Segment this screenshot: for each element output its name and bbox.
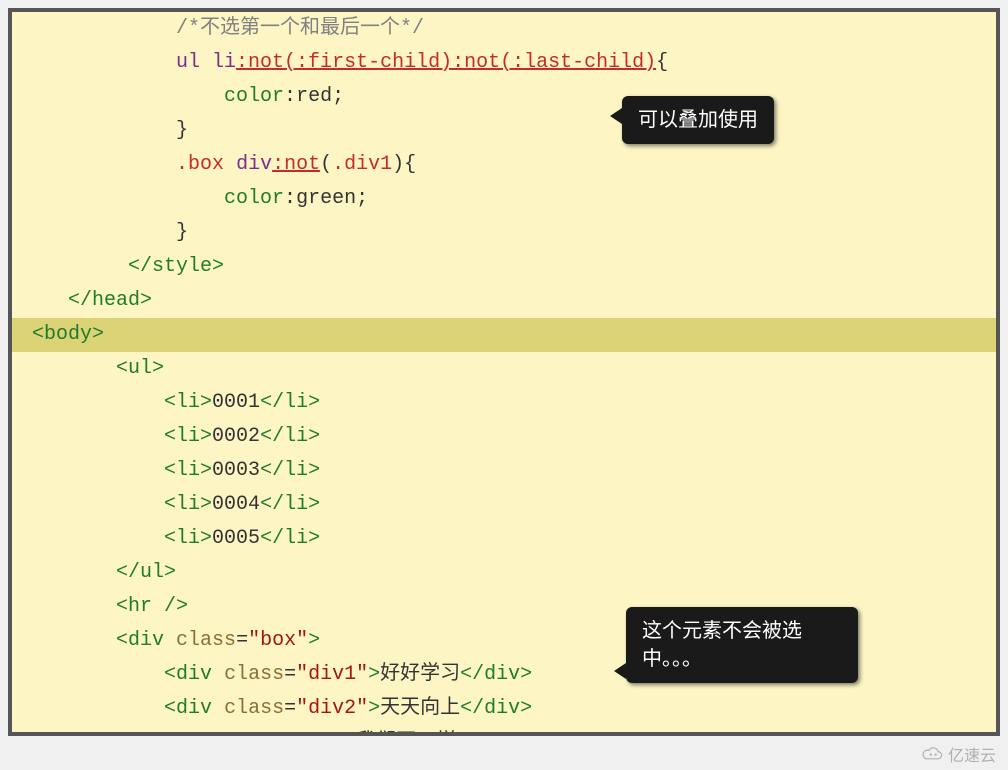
css-property: color	[224, 187, 284, 210]
code-line-highlighted: <body>	[12, 318, 996, 352]
html-tag: </li>	[260, 527, 320, 550]
code-line: color:red;	[12, 80, 996, 114]
html-tag: </li>	[260, 493, 320, 516]
html-attr: class	[224, 697, 284, 720]
brace: {	[404, 153, 416, 176]
html-tag: </div>	[460, 663, 532, 686]
text-content: 好好学习	[380, 663, 460, 686]
text-content: 0003	[212, 459, 260, 482]
html-tag: </li>	[260, 391, 320, 414]
code-line: ul li:not(:first-child):not(:last-child)…	[12, 46, 996, 80]
tooltip-text: 可以叠加使用	[638, 109, 758, 131]
watermark-text: 亿速云	[948, 742, 996, 766]
html-tag: <div	[164, 697, 212, 720]
css-selector: ul li	[176, 51, 236, 74]
html-tag: <div	[116, 629, 164, 652]
tooltip-text: 这个元素不会被选中。。。	[642, 620, 802, 670]
code-line: <li>0005</li>	[12, 522, 996, 556]
html-tag: </li>	[260, 425, 320, 448]
html-attr: class	[224, 663, 284, 686]
html-attr-value: "box"	[248, 629, 308, 652]
html-attr-value: "div1"	[296, 663, 368, 686]
annotation-tooltip: 这个元素不会被选中。。。	[626, 607, 858, 683]
css-property: color	[224, 85, 284, 108]
html-tag-annotated: </p>	[456, 731, 504, 736]
code-line: </ul>	[12, 556, 996, 590]
code-line: }	[12, 114, 996, 148]
html-tag: <ul>	[116, 357, 164, 380]
html-tag: </head>	[68, 289, 152, 312]
html-tag-annotated: <p class="div2">	[164, 731, 356, 736]
tooltip-arrow-icon	[610, 108, 622, 124]
code-line: <ul>	[12, 352, 996, 386]
brace: {	[656, 51, 668, 74]
cloud-icon	[920, 746, 944, 762]
code-line: .box div:not(.div1){	[12, 148, 996, 182]
html-tag: <li>	[164, 493, 212, 516]
html-attr: class	[176, 629, 236, 652]
code-line: </style>	[12, 250, 996, 284]
text-content: 天天向上	[380, 697, 460, 720]
css-selector: div	[236, 153, 272, 176]
code-line: <p class="div2">我们不一样</p>	[12, 726, 996, 736]
css-class-selector: .div1	[332, 153, 392, 176]
css-class-selector: .box	[176, 153, 224, 176]
brace: }	[176, 221, 188, 244]
html-tag: <li>	[164, 459, 212, 482]
code-line: </head>	[12, 284, 996, 318]
text-content: 0005	[212, 527, 260, 550]
html-attr-value: "div2"	[296, 697, 368, 720]
html-tag: <div	[164, 663, 212, 686]
html-tag: <li>	[164, 391, 212, 414]
css-pseudo: :not(:first-child):not(:last-child)	[236, 51, 656, 74]
text-content: 0002	[212, 425, 260, 448]
text-content: 0001	[212, 391, 260, 414]
css-comment: /*不选第一个和最后一个*/	[176, 17, 424, 40]
css-value: red	[296, 85, 332, 108]
code-line: <li>0003</li>	[12, 454, 996, 488]
tooltip-arrow-icon	[614, 663, 626, 679]
code-line: <li>0001</li>	[12, 386, 996, 420]
html-tag: <li>	[164, 425, 212, 448]
code-line: color:green;	[12, 182, 996, 216]
html-tag: </div>	[460, 697, 532, 720]
text-content: 0004	[212, 493, 260, 516]
code-line: <li>0004</li>	[12, 488, 996, 522]
html-tag: </li>	[260, 459, 320, 482]
code-line: <div class="div2">天天向上</div>	[12, 692, 996, 726]
brace: }	[176, 119, 188, 142]
annotation-tooltip: 可以叠加使用	[622, 96, 774, 144]
html-tag: <hr />	[116, 595, 188, 618]
code-line: /*不选第一个和最后一个*/	[12, 12, 996, 46]
html-tag: </style>	[128, 255, 224, 278]
html-tag: </ul>	[116, 561, 176, 584]
code-line: }	[12, 216, 996, 250]
watermark: 亿速云	[920, 742, 996, 766]
css-pseudo: :not	[272, 153, 320, 176]
html-tag: <body>	[32, 323, 104, 346]
html-tag: <li>	[164, 527, 212, 550]
css-value: green	[296, 187, 356, 210]
text-content: 我们不一样	[356, 731, 456, 736]
code-line: <li>0002</li>	[12, 420, 996, 454]
code-editor: /*不选第一个和最后一个*/ ul li:not(:first-child):n…	[8, 8, 1000, 736]
